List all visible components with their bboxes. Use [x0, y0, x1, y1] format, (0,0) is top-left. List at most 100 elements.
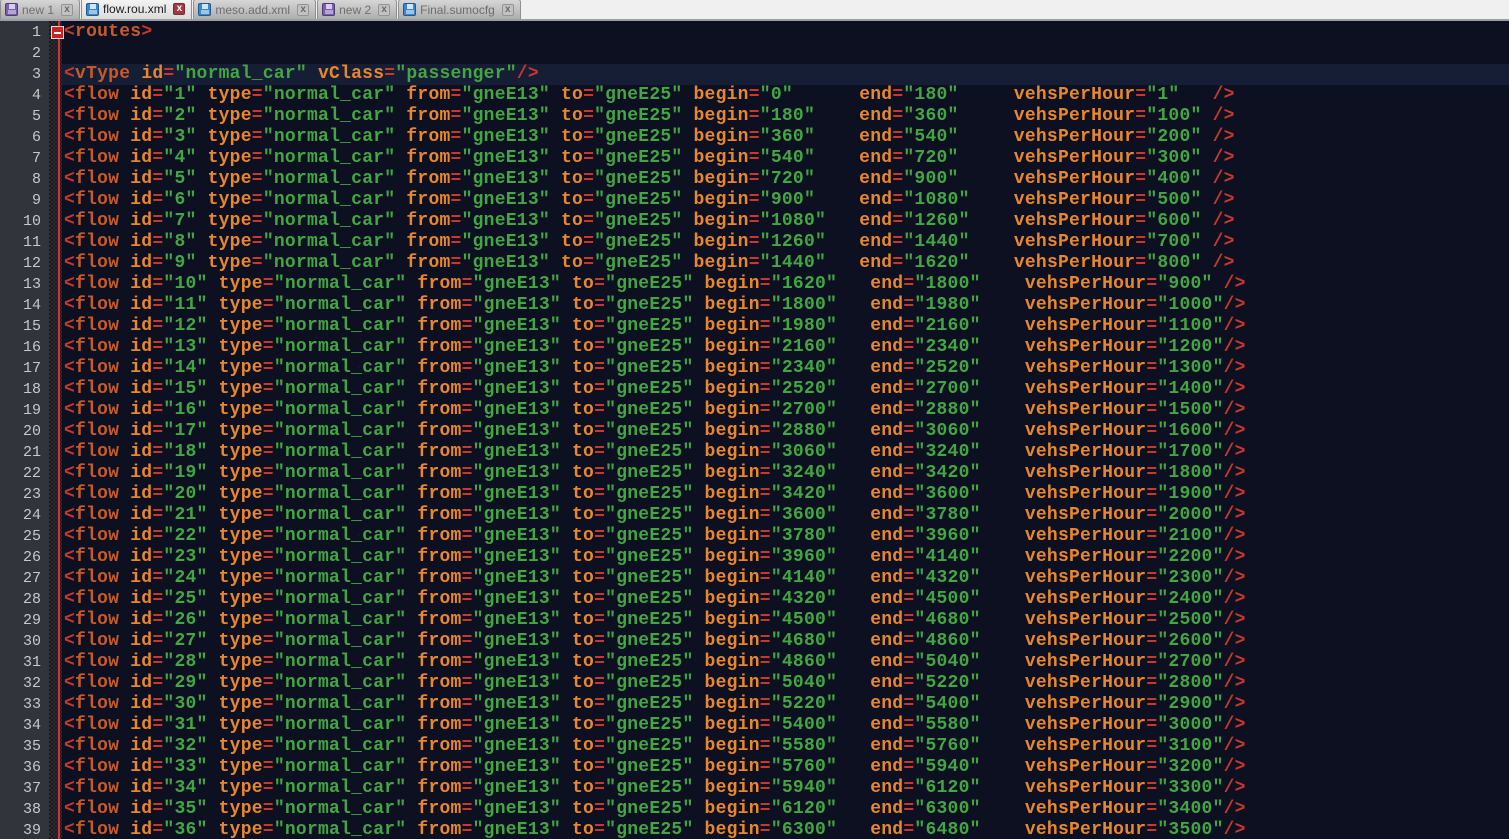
fold-margin[interactable]	[49, 21, 62, 839]
code-line: <flow id="35" type="normal_car" from="gn…	[62, 799, 1509, 820]
line-number: 33	[0, 694, 49, 715]
line-number: 3	[0, 64, 49, 85]
line-number-gutter: 1234567891011121314151617181920212223242…	[0, 21, 49, 839]
line-number: 11	[0, 232, 49, 253]
tab-label: meso.add.xml	[215, 3, 290, 17]
tab-label: Final.sumocfg	[420, 3, 495, 17]
fold-guide-line	[58, 21, 60, 839]
tab-flow-rou-xml[interactable]: flow.rou.xml x	[81, 0, 192, 19]
code-line: <flow id="17" type="normal_car" from="gn…	[62, 421, 1509, 442]
line-number: 28	[0, 589, 49, 610]
tab-new-2[interactable]: new 2 x	[317, 0, 397, 19]
editor-area[interactable]: 1234567891011121314151617181920212223242…	[0, 21, 1509, 839]
line-number: 32	[0, 673, 49, 694]
tab-meso-add-xml[interactable]: meso.add.xml x	[193, 0, 316, 19]
code-line: <flow id="10" type="normal_car" from="gn…	[62, 274, 1509, 295]
line-number: 39	[0, 820, 49, 839]
code-line: <flow id="28" type="normal_car" from="gn…	[62, 652, 1509, 673]
line-number: 17	[0, 358, 49, 379]
line-number: 38	[0, 799, 49, 820]
line-number: 19	[0, 400, 49, 421]
line-number: 29	[0, 610, 49, 631]
line-number: 16	[0, 337, 49, 358]
code-line: <flow id="32" type="normal_car" from="gn…	[62, 736, 1509, 757]
line-number: 35	[0, 736, 49, 757]
line-number: 1	[0, 22, 49, 43]
code-line: <routes>	[62, 22, 1509, 43]
code-line: <flow id="34" type="normal_car" from="gn…	[62, 778, 1509, 799]
line-number: 34	[0, 715, 49, 736]
line-number: 20	[0, 421, 49, 442]
code-line: <flow id="30" type="normal_car" from="gn…	[62, 694, 1509, 715]
tab-close-icon[interactable]: x	[173, 3, 185, 15]
code-line: <flow id="11" type="normal_car" from="gn…	[62, 295, 1509, 316]
code-line: <flow id="31" type="normal_car" from="gn…	[62, 715, 1509, 736]
line-number: 24	[0, 505, 49, 526]
line-number: 25	[0, 526, 49, 547]
line-number: 36	[0, 757, 49, 778]
tab-label: new 2	[339, 3, 371, 17]
code-line: <flow id="29" type="normal_car" from="gn…	[62, 673, 1509, 694]
line-number: 26	[0, 547, 49, 568]
line-number: 31	[0, 652, 49, 673]
line-number: 8	[0, 169, 49, 190]
code-line: <flow id="7" type="normal_car" from="gne…	[62, 211, 1509, 232]
code-line: <flow id="21" type="normal_car" from="gn…	[62, 505, 1509, 526]
line-number: 2	[0, 43, 49, 64]
code-line: <flow id="19" type="normal_car" from="gn…	[62, 463, 1509, 484]
line-number: 12	[0, 253, 49, 274]
code-line: <flow id="18" type="normal_car" from="gn…	[62, 442, 1509, 463]
tab-close-icon[interactable]: x	[297, 4, 309, 16]
tab-label: flow.rou.xml	[103, 2, 166, 16]
code-line: <flow id="33" type="normal_car" from="gn…	[62, 757, 1509, 778]
code-line: <flow id="36" type="normal_car" from="gn…	[62, 820, 1509, 839]
code-line: <flow id="4" type="normal_car" from="gne…	[62, 148, 1509, 169]
code-text-area[interactable]: <routes> <vType id="normal_car" vClass="…	[62, 21, 1509, 839]
floppy-save-icon	[198, 3, 211, 16]
code-line: <flow id="25" type="normal_car" from="gn…	[62, 589, 1509, 610]
tab-bar: new 1xflow.rou.xmlxmeso.add.xmlxnew 2xFi…	[0, 0, 1509, 21]
code-line: <flow id="9" type="normal_car" from="gne…	[62, 253, 1509, 274]
code-line: <flow id="23" type="normal_car" from="gn…	[62, 547, 1509, 568]
line-number: 4	[0, 85, 49, 106]
code-line: <flow id="20" type="normal_car" from="gn…	[62, 484, 1509, 505]
code-line: <flow id="26" type="normal_car" from="gn…	[62, 610, 1509, 631]
line-number: 9	[0, 190, 49, 211]
floppy-save-icon	[403, 3, 416, 16]
tab-close-icon[interactable]: x	[502, 4, 514, 16]
floppy-save-icon	[322, 3, 335, 16]
code-line: <flow id="14" type="normal_car" from="gn…	[62, 358, 1509, 379]
line-number: 21	[0, 442, 49, 463]
tab-final-sumocfg[interactable]: Final.sumocfg x	[398, 0, 521, 19]
code-line: <flow id="2" type="normal_car" from="gne…	[62, 106, 1509, 127]
line-number: 30	[0, 631, 49, 652]
code-line	[62, 43, 1509, 64]
line-number: 6	[0, 127, 49, 148]
line-number: 27	[0, 568, 49, 589]
code-line: <flow id="13" type="normal_car" from="gn…	[62, 337, 1509, 358]
line-number: 37	[0, 778, 49, 799]
code-line: <flow id="15" type="normal_car" from="gn…	[62, 379, 1509, 400]
code-line: <flow id="3" type="normal_car" from="gne…	[62, 127, 1509, 148]
tab-new-1[interactable]: new 1 x	[0, 0, 80, 19]
line-number: 14	[0, 295, 49, 316]
code-line: <flow id="27" type="normal_car" from="gn…	[62, 631, 1509, 652]
line-number: 5	[0, 106, 49, 127]
tab-close-icon[interactable]: x	[378, 4, 390, 16]
line-number: 13	[0, 274, 49, 295]
line-number: 7	[0, 148, 49, 169]
line-number: 15	[0, 316, 49, 337]
tab-close-icon[interactable]: x	[61, 4, 73, 16]
code-line: <flow id="16" type="normal_car" from="gn…	[62, 400, 1509, 421]
code-line: <flow id="1" type="normal_car" from="gne…	[62, 85, 1509, 106]
code-line: <flow id="22" type="normal_car" from="gn…	[62, 526, 1509, 547]
line-number: 18	[0, 379, 49, 400]
code-line: <flow id="6" type="normal_car" from="gne…	[62, 190, 1509, 211]
floppy-save-icon	[86, 3, 99, 16]
tab-label: new 1	[22, 3, 54, 17]
code-line: <flow id="8" type="normal_car" from="gne…	[62, 232, 1509, 253]
floppy-save-icon	[5, 3, 18, 16]
fold-collapse-marker-icon[interactable]	[51, 26, 64, 39]
code-line: <flow id="12" type="normal_car" from="gn…	[62, 316, 1509, 337]
line-number: 22	[0, 463, 49, 484]
